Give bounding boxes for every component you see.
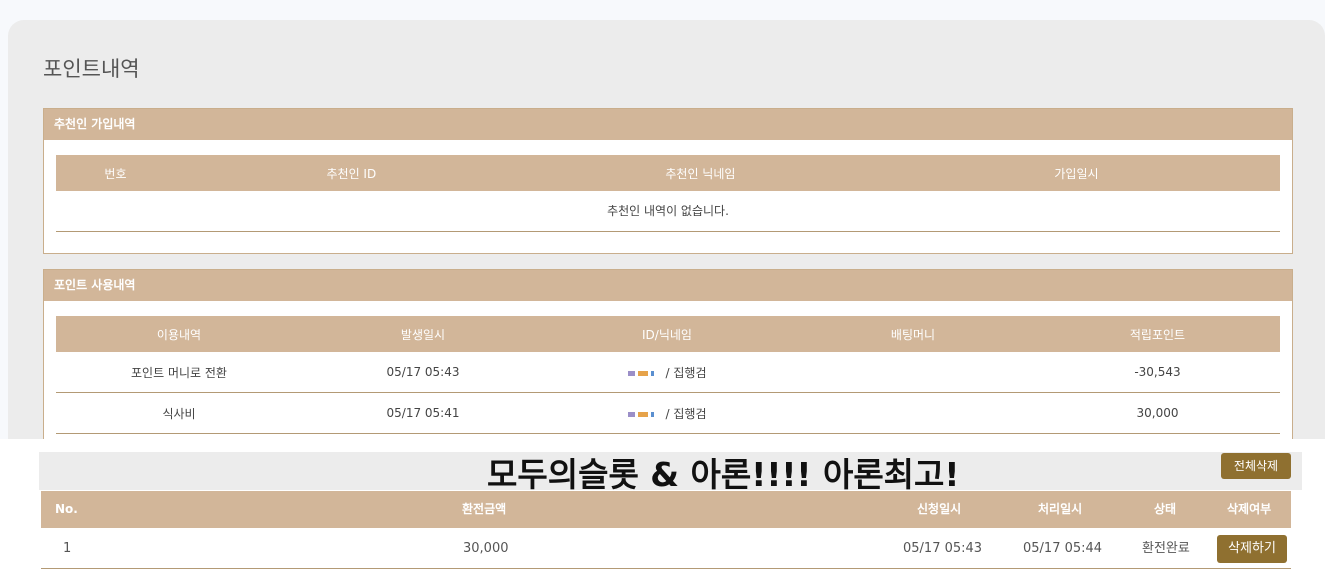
delete-button[interactable]: 삭제하기 — [1217, 535, 1287, 563]
col-id-nickname: ID/닉네임 — [642, 327, 692, 342]
delete-all-button[interactable]: 전체삭제 — [1221, 453, 1291, 479]
col-join-date: 가입일시 — [1054, 166, 1099, 181]
usage-desc: 식사비 — [162, 406, 196, 421]
exchange-amount: 30,000 — [463, 541, 509, 556]
col-points: 적립포인트 — [1129, 327, 1186, 342]
col-usage: 이용내역 — [156, 327, 202, 342]
exchange-banner: 모두의슬롯 & 아론!!!! 아론최고! — [487, 455, 960, 494]
exchange-section: 모두의슬롯 & 아론!!!! 아론최고! 전체삭제 No. 환전금액 신청일시 … — [0, 439, 1325, 574]
col-date: 발생일시 — [400, 327, 446, 342]
exchange-no: 1 — [63, 541, 72, 556]
referral-table-header: 번호 추천인 ID 추천인 닉네임 가입일시 — [56, 155, 1280, 191]
usage-user-cell: / 집행검 — [544, 405, 790, 422]
flag-icon — [627, 410, 658, 419]
referral-empty-message: 추천인 내역이 없습니다. — [56, 191, 1280, 232]
col-delete: 삭제여부 — [1227, 502, 1272, 516]
col-number: 번호 — [104, 166, 127, 181]
col-requested: 신청일시 — [917, 502, 962, 516]
usage-user: / 집행검 — [665, 406, 707, 421]
col-no: No. — [55, 502, 78, 516]
usage-table: 이용내역 발생일시 ID/닉네임 배팅머니 적립포인트 포인트 머니로 전환 0… — [56, 316, 1280, 434]
col-bet-money: 배팅머니 — [890, 327, 936, 342]
referral-card: 추천인 가입내역 번호 추천인 ID 추천인 닉네임 가입일시 추천인 내역이 … — [43, 108, 1293, 254]
referral-table: 번호 추천인 ID 추천인 닉네임 가입일시 추천인 내역이 없습니다. — [56, 155, 1280, 232]
usage-user-cell: / 집행검 — [544, 364, 790, 381]
col-referrer-nickname: 추천인 닉네임 — [665, 166, 736, 181]
usage-points: 30,000 — [1136, 406, 1179, 420]
usage-card: 포인트 사용내역 이용내역 발생일시 ID/닉네임 배팅머니 적립포인트 포인트… — [43, 269, 1293, 454]
usage-points: -30,543 — [1134, 365, 1181, 379]
usage-date: 05/17 05:43 — [386, 365, 460, 379]
table-row: 포인트 머니로 전환 05/17 05:43 / 집행검 -30,543 — [56, 352, 1280, 393]
usage-date: 05/17 05:41 — [386, 406, 460, 420]
usage-user: / 집행검 — [665, 365, 707, 380]
exchange-processed: 05/17 05:44 — [1023, 541, 1103, 556]
table-row: 1 30,000 05/17 05:43 05/17 05:44 환전완료 삭제… — [41, 528, 1291, 569]
table-row: 식사비 05/17 05:41 / 집행검 30,000 — [56, 393, 1280, 434]
usage-card-title: 포인트 사용내역 — [44, 270, 1292, 301]
col-referrer-id: 추천인 ID — [326, 166, 377, 181]
exchange-requested: 05/17 05:43 — [903, 541, 983, 556]
referral-card-title: 추천인 가입내역 — [44, 109, 1292, 140]
col-processed: 처리일시 — [1038, 502, 1083, 516]
usage-desc: 포인트 머니로 전환 — [131, 365, 227, 380]
exchange-status: 환전완료 — [1142, 541, 1190, 556]
flag-icon — [627, 369, 658, 378]
page-title: 포인트내역 — [43, 57, 140, 81]
col-status: 상태 — [1154, 502, 1177, 516]
usage-table-header: 이용내역 발생일시 ID/닉네임 배팅머니 적립포인트 — [56, 316, 1280, 352]
